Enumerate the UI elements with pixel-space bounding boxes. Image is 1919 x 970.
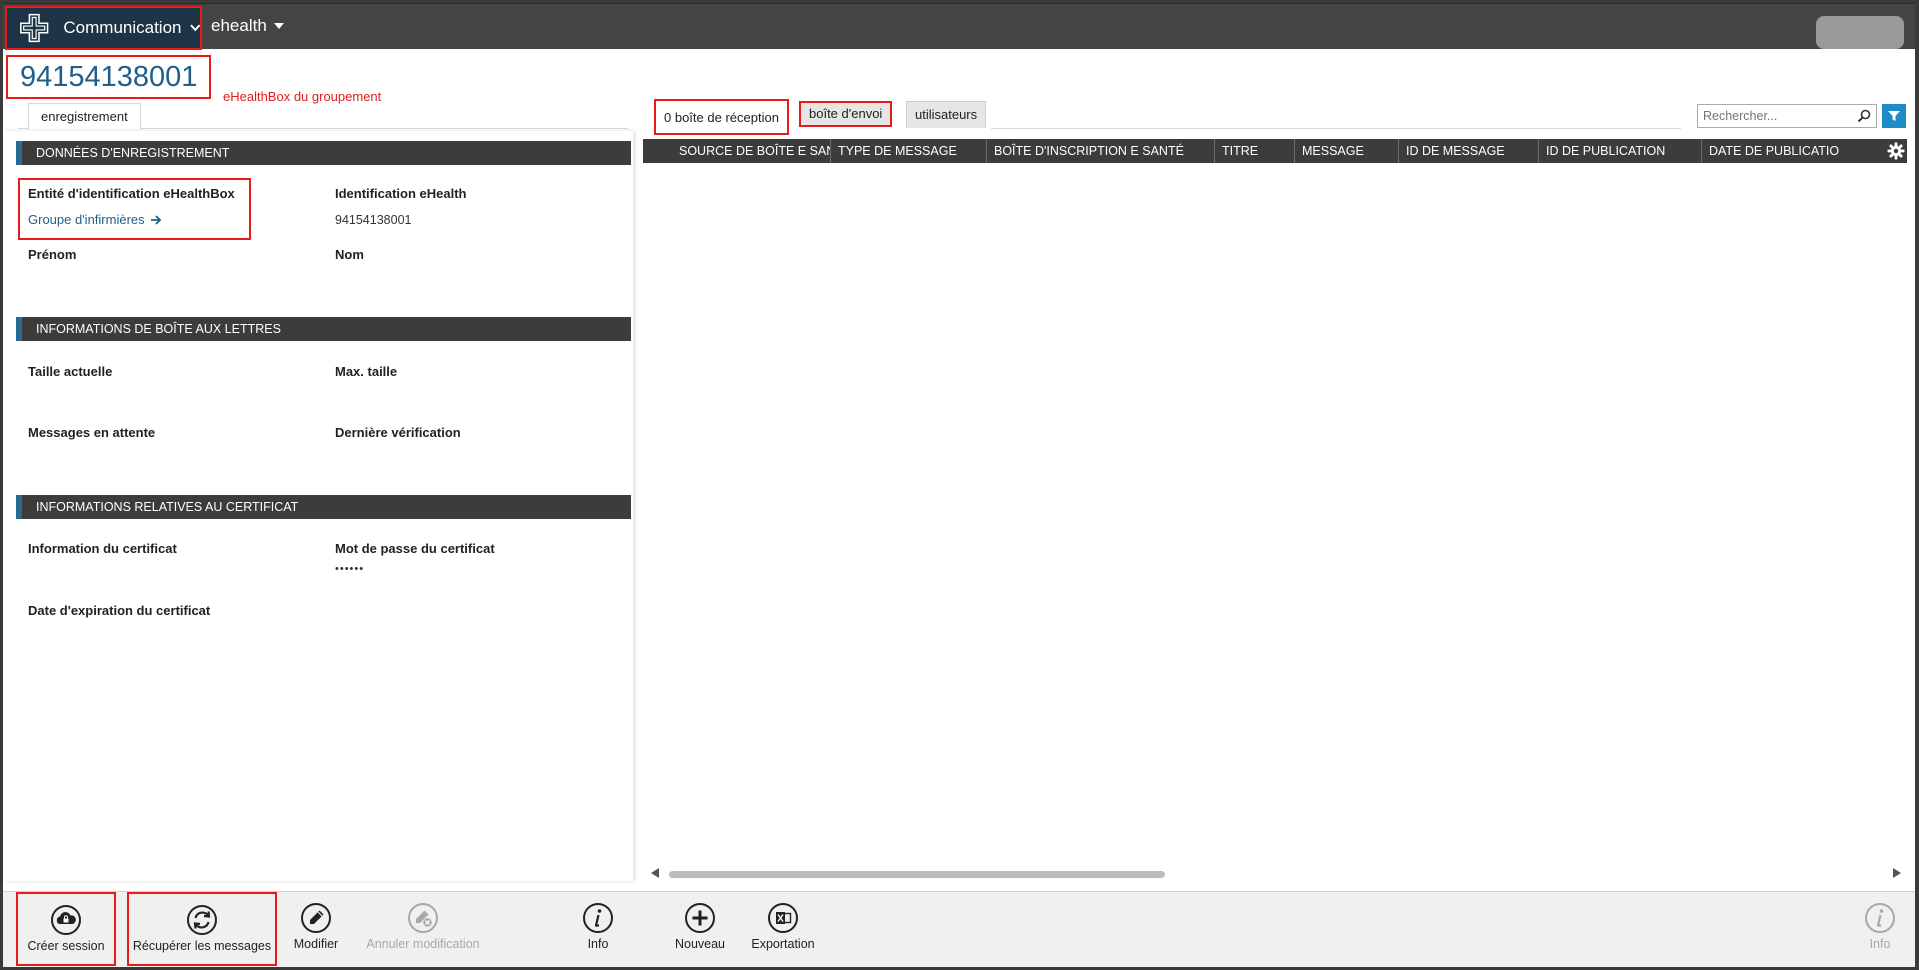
horizontal-scrollbar[interactable] — [651, 867, 1901, 881]
export-button[interactable]: Exportation — [744, 892, 822, 967]
fetch-messages-label: Récupérer les messages — [132, 939, 272, 953]
tab-enregistrement[interactable]: enregistrement — [28, 103, 141, 130]
bottom-toolbar: Créer session Récupérer les messages Mod… — [3, 891, 1915, 967]
scroll-right-icon[interactable] — [1893, 868, 1901, 878]
field-label-id-entity: Entité d'identification eHealthBox — [28, 186, 235, 201]
modify-label: Modifier — [293, 937, 339, 951]
group-link-text: Groupe d'infirmières — [28, 212, 145, 227]
column-header-message-type[interactable]: TYPE DE MESSAGE — [831, 139, 987, 163]
field-label-lastname: Nom — [335, 247, 364, 262]
page-subtitle: eHealthBox du groupement — [223, 89, 382, 104]
refresh-icon — [187, 905, 217, 935]
field-label-ehealth-id: Identification eHealth — [335, 186, 467, 201]
tab-divider — [991, 128, 1681, 129]
plus-icon — [685, 903, 715, 933]
column-header-source[interactable]: SOURCE DE BOÎTE E SANTÉ ▲ — [643, 139, 831, 163]
export-label: Exportation — [751, 937, 815, 951]
grid-header: SOURCE DE BOÎTE E SANTÉ ▲ TYPE DE MESSAG… — [643, 139, 1907, 163]
cancel-edit-icon — [408, 903, 438, 933]
new-label: Nouveau — [674, 937, 726, 951]
medical-cross-logo-icon — [20, 13, 49, 43]
group-link[interactable]: Groupe d'infirmières — [28, 212, 162, 227]
module-label: Communication — [63, 18, 182, 37]
pencil-icon — [301, 903, 331, 933]
field-label-pending-messages: Messages en attente — [28, 425, 156, 440]
cancel-modify-label: Annuler modification — [366, 937, 480, 951]
column-header-label: SOURCE DE BOÎTE E SANTÉ — [679, 144, 830, 158]
top-bar: Communication ehealth — [3, 3, 1915, 50]
info-icon — [583, 903, 613, 933]
info-label: Info — [587, 937, 609, 951]
app-window: Communication ehealth 94154138001 eHealt… — [3, 3, 1915, 967]
left-tab-strip: enregistrement — [18, 103, 628, 130]
column-header-publication-id[interactable]: ID DE PUBLICATION — [1539, 139, 1702, 163]
module-menu-button[interactable]: Communication — [5, 6, 202, 50]
field-label-current-size: Taille actuelle — [28, 364, 113, 379]
grid-body — [643, 163, 1907, 863]
field-label-cert-expiry: Date d'expiration du certificat — [28, 603, 211, 618]
scrollbar-thumb[interactable] — [669, 871, 1165, 878]
gear-icon[interactable] — [1887, 142, 1905, 160]
column-header-message[interactable]: MESSAGE — [1295, 139, 1399, 163]
tab-inbox[interactable]: 0 boîte de réception — [654, 99, 789, 135]
caret-down-icon — [273, 23, 284, 30]
section-header-registration: DONNÉES D'ENREGISTREMENT — [16, 141, 631, 165]
column-header-title[interactable]: TITRE — [1215, 139, 1295, 163]
modify-button[interactable]: Modifier — [286, 892, 346, 967]
page-title: 94154138001 — [6, 55, 212, 99]
search-box — [1697, 104, 1877, 128]
chevron-down-icon — [189, 24, 200, 32]
info-icon — [1865, 903, 1895, 933]
column-header-message-id[interactable]: ID DE MESSAGE — [1399, 139, 1539, 163]
column-header-publication-date[interactable]: DATE DE PUBLICATIO — [1702, 139, 1885, 163]
tab-users[interactable]: utilisateurs — [906, 101, 987, 128]
cloud-lock-icon — [51, 905, 81, 935]
excel-export-icon — [768, 903, 798, 933]
field-value-ehealth-id: 94154138001 — [335, 213, 412, 227]
tab-outbox[interactable]: boîte d'envoi — [799, 101, 893, 127]
section-header-mailbox: INFORMATIONS DE BOÎTE AUX LETTRES — [16, 317, 631, 341]
field-value-cert-password: •••••• — [335, 563, 365, 575]
environment-menu-button[interactable]: ehealth — [211, 16, 284, 36]
field-label-firstname: Prénom — [28, 247, 77, 262]
field-label-cert-info: Information du certificat — [28, 541, 177, 556]
section-header-certificate: INFORMATIONS RELATIVES AU CERTIFICAT — [16, 495, 631, 519]
new-button[interactable]: Nouveau — [665, 892, 735, 967]
field-label-last-check: Dernière vérification — [335, 425, 461, 440]
user-menu-button[interactable] — [1816, 16, 1904, 49]
column-header-inbox-registration[interactable]: BOÎTE D'INSCRIPTION E SANTÉ — [987, 139, 1215, 163]
cancel-modify-button[interactable]: Annuler modification — [358, 892, 488, 967]
info-right-label: Info — [1869, 937, 1891, 951]
filter-button[interactable] — [1882, 104, 1906, 128]
info-button[interactable]: Info — [573, 892, 623, 967]
field-label-max-size: Max. taille — [335, 364, 398, 379]
create-session-button[interactable]: Créer session — [16, 892, 116, 966]
search-input[interactable] — [1698, 105, 1848, 127]
field-label-cert-password: Mot de passe du certificat — [335, 541, 495, 556]
environment-label: ehealth — [211, 16, 267, 35]
arrow-right-icon — [151, 215, 162, 225]
fetch-messages-button[interactable]: Récupérer les messages — [127, 892, 277, 966]
info-right-button[interactable]: Info — [1858, 892, 1902, 967]
registration-panel: DONNÉES D'ENREGISTREMENT Entité d'identi… — [3, 131, 633, 881]
search-icon[interactable] — [1856, 108, 1872, 124]
create-session-label: Créer session — [27, 939, 105, 953]
filter-icon — [1888, 111, 1900, 121]
scroll-left-icon[interactable] — [651, 868, 659, 878]
